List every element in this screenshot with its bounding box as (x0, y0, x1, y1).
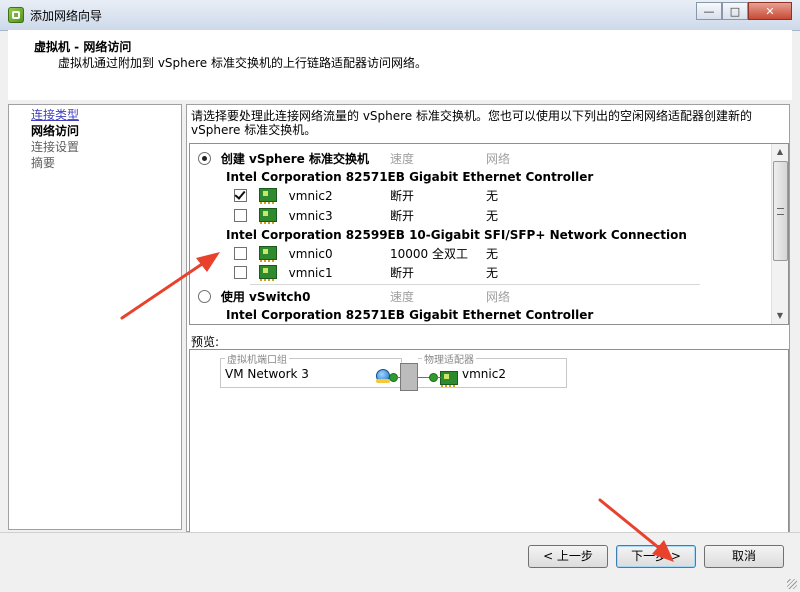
controller-heading: Intel Corporation 82571EB Gigabit Ethern… (226, 170, 594, 184)
minimize-button[interactable]: — (696, 2, 722, 20)
nic-name: vmnic3 (288, 209, 333, 223)
vswitch-list: 创建 vSphere 标准交换机 速度 网络 Intel Corporation… (189, 143, 789, 325)
instructions-text: 请选择要处理此连接网络流量的 vSphere 标准交换机。您也可以使用以下列出的… (191, 109, 753, 137)
speed-header: 速度 (390, 290, 415, 304)
adapter-legend: 物理适配器 (422, 351, 476, 366)
vmnic2-checkbox[interactable] (234, 189, 247, 202)
use-vswitch0-option[interactable]: 使用 vSwitch0 (198, 288, 310, 306)
vmnic0-checkbox[interactable] (234, 247, 247, 260)
title-bar: 添加网络向导 — □ ✕ (0, 0, 800, 31)
wizard-footer: < 上一步 下一步 > 取消 (0, 532, 800, 592)
create-vswitch-option[interactable]: 创建 vSphere 标准交换机 (198, 150, 369, 168)
nic-row-vmnic2[interactable]: vmnic2 (234, 187, 333, 205)
speed-header: 速度 (390, 152, 415, 166)
use-vswitch0-radio[interactable] (198, 290, 211, 303)
nic-row-vmnic1[interactable]: vmnic1 (234, 264, 333, 282)
network-adapter-icon (258, 265, 277, 281)
next-button[interactable]: 下一步 > (616, 545, 696, 568)
preview-label: 预览: (191, 335, 220, 349)
step-summary: 摘要 (31, 156, 56, 170)
close-button[interactable]: ✕ (748, 2, 792, 20)
page-subtitle: 虚拟机通过附加到 vSphere 标准交换机的上行链路适配器访问网络。 (58, 56, 428, 70)
network-adapter-icon (440, 371, 458, 387)
controller-heading: Intel Corporation 82571EB Gigabit Ethern… (226, 308, 594, 322)
nic-speed: 断开 (390, 189, 415, 203)
nic-network: 无 (486, 266, 499, 280)
network-adapter-icon (258, 208, 277, 224)
nic-name: vmnic1 (288, 266, 333, 280)
vsphere-client-icon (8, 7, 24, 23)
preview-diagram: 虚拟机端口组 VM Network 3 物理适配器 vmnic2 (189, 349, 789, 533)
step-connection-type[interactable]: 连接类型 (31, 107, 79, 123)
nic-row-vmnic0[interactable]: vmnic0 (234, 245, 333, 263)
list-scrollbar[interactable]: ▲ ▼ (771, 144, 788, 324)
portgroup-name: VM Network 3 (225, 367, 309, 381)
vmnic1-checkbox[interactable] (234, 266, 247, 279)
nic-row-vmnic3[interactable]: vmnic3 (234, 207, 333, 225)
nic-speed: 断开 (390, 209, 415, 223)
portgroup-legend: 虚拟机端口组 (225, 351, 289, 366)
step-network-access: 网络访问 (31, 124, 80, 138)
step-connection-settings: 连接设置 (31, 140, 80, 154)
main-panel: 请选择要处理此连接网络流量的 vSphere 标准交换机。您也可以使用以下列出的… (186, 104, 790, 533)
create-vswitch-label: 创建 vSphere 标准交换机 (220, 152, 369, 166)
network-adapter-icon (258, 188, 277, 204)
globe-icon (376, 369, 390, 383)
divider (250, 284, 700, 285)
vswitch-symbol (400, 363, 418, 391)
nic-network: 无 (486, 209, 499, 223)
resize-grip[interactable] (787, 579, 797, 589)
adapter-name: vmnic2 (462, 367, 506, 381)
create-vswitch-radio[interactable] (198, 152, 211, 165)
window-title: 添加网络向导 (30, 9, 103, 23)
vmnic3-checkbox[interactable] (234, 209, 247, 222)
portgroup-box: 虚拟机端口组 VM Network 3 (220, 351, 402, 388)
nic-network: 无 (486, 189, 499, 203)
network-adapter-icon (258, 246, 277, 262)
window-controls: — □ ✕ (696, 2, 792, 20)
page-title: 虚拟机 - 网络访问 (34, 40, 132, 54)
wizard-header: 虚拟机 - 网络访问 虚拟机通过附加到 vSphere 标准交换机的上行链路适配… (8, 30, 792, 101)
network-header: 网络 (486, 152, 511, 166)
back-button[interactable]: < 上一步 (528, 545, 608, 568)
nic-speed: 断开 (390, 266, 415, 280)
scroll-up-arrow-icon[interactable]: ▲ (772, 144, 788, 160)
use-vswitch0-label: 使用 vSwitch0 (220, 290, 311, 304)
wizard-steps: 连接类型 网络访问 连接设置 摘要 (8, 104, 182, 530)
grip-icon (777, 208, 784, 215)
maximize-button[interactable]: □ (722, 2, 748, 20)
nic-name: vmnic0 (288, 247, 333, 261)
network-header: 网络 (486, 290, 511, 304)
nic-network: 无 (486, 247, 499, 261)
scroll-down-arrow-icon[interactable]: ▼ (772, 308, 788, 324)
nic-speed: 10000 全双工 (390, 247, 468, 261)
controller-heading: Intel Corporation 82599EB 10-Gigabit SFI… (226, 228, 687, 242)
scroll-thumb[interactable] (773, 161, 788, 261)
connector-line (436, 377, 442, 378)
nic-name: vmnic2 (288, 189, 333, 203)
cancel-button[interactable]: 取消 (704, 545, 784, 568)
adapter-box: 物理适配器 vmnic2 (418, 351, 567, 388)
